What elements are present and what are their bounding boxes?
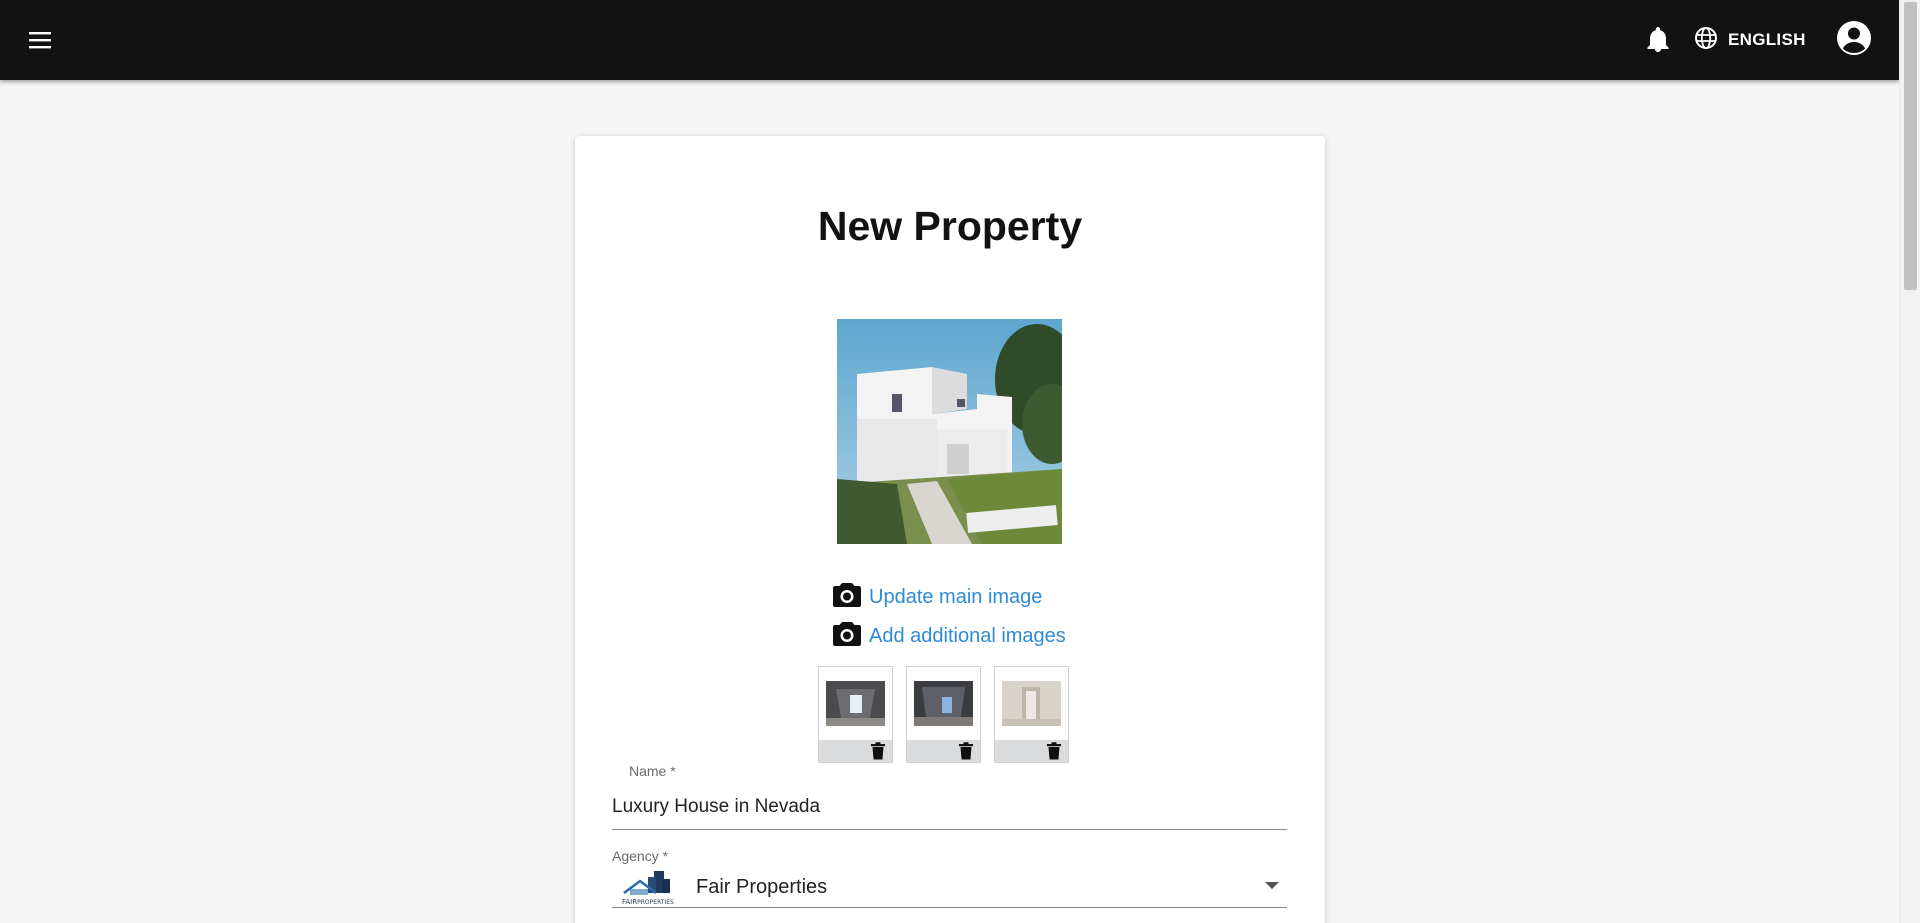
additional-image-thumbnail [818, 666, 893, 763]
thumbnail-actions [995, 740, 1068, 762]
update-main-image-label: Update main image [869, 585, 1043, 608]
trash-icon[interactable] [958, 742, 974, 760]
top-app-bar: ENGLISH [0, 0, 1899, 80]
additional-images-list [818, 666, 1069, 763]
trash-icon[interactable] [1046, 742, 1062, 760]
camera-icon [833, 582, 861, 613]
globe-icon [1694, 26, 1718, 55]
agency-field-label: Agency * [612, 848, 669, 864]
name-input[interactable] [612, 788, 1287, 830]
thumbnail-actions [907, 740, 980, 762]
page-scrollbar[interactable] [1899, 0, 1920, 923]
language-label: ENGLISH [1728, 30, 1806, 49]
main-property-image [837, 319, 1062, 544]
additional-image-thumbnail [906, 666, 981, 763]
language-selector[interactable]: ENGLISH [1694, 22, 1806, 58]
svg-text:FAIRPROPERTIES: FAIRPROPERTIES [622, 898, 674, 906]
thumbnail-image [914, 681, 973, 726]
name-field-label: Name * [629, 763, 676, 779]
account-icon[interactable] [1834, 18, 1874, 58]
thumbnail-image [1002, 681, 1061, 726]
property-form-card: New Property Update main image Add addit… [575, 136, 1325, 923]
add-additional-images-label: Add additional images [869, 624, 1066, 647]
add-additional-images-link[interactable]: Add additional images [833, 620, 1066, 652]
thumbnail-actions [819, 740, 892, 762]
agency-select[interactable]: FAIRPROPERTIES Fair Properties [612, 865, 1287, 908]
scrollbar-thumb[interactable] [1904, 2, 1917, 290]
update-main-image-link[interactable]: Update main image [833, 581, 1042, 613]
camera-icon [833, 621, 861, 652]
trash-icon[interactable] [870, 742, 886, 760]
thumbnail-image [826, 681, 885, 726]
chevron-down-icon[interactable] [1265, 882, 1279, 889]
additional-image-thumbnail [994, 666, 1069, 763]
menu-icon[interactable] [22, 22, 58, 58]
agency-logo: FAIRPROPERTIES [620, 867, 680, 907]
agency-selected-value: Fair Properties [696, 876, 828, 898]
page-title: New Property [817, 203, 1083, 249]
bell-icon[interactable] [1640, 22, 1676, 58]
